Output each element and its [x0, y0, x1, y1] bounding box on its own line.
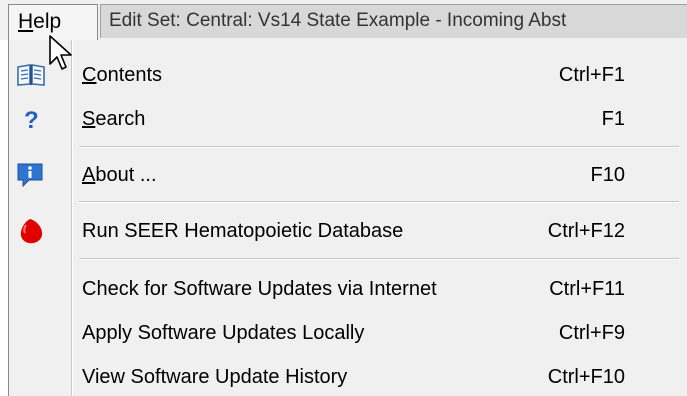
menu-separator — [79, 201, 679, 203]
menu-item-view-update-history[interactable]: View Software Update History Ctrl+F10 — [9, 356, 687, 396]
info-icon — [15, 160, 47, 190]
menu-item-label: Run SEER Hematopoietic Database — [82, 220, 404, 242]
menu-item-about[interactable]: About ... F10 — [9, 154, 687, 196]
menu-item-shortcut: Ctrl+F1 — [558, 64, 625, 86]
menu-bar: Help Edit Set: Central: Vs14 State Examp… — [0, 0, 687, 40]
menu-item-apply-updates-locally[interactable]: Apply Software Updates Locally Ctrl+F9 — [9, 312, 687, 354]
help-menu-label-rest: elp — [33, 10, 62, 33]
menu-item-shortcut: Ctrl+F10 — [547, 366, 625, 388]
menu-item-label: About ... — [82, 154, 157, 196]
accelerator-key: C — [82, 64, 97, 86]
menu-item-run-seer-hematopoietic[interactable]: Run SEER Hematopoietic Database Ctrl+F12 — [9, 210, 687, 252]
help-dropdown-menu: Contents Ctrl+F1 ? Search F1 About ... F… — [8, 40, 687, 396]
window-title: Edit Set: Central: Vs14 State Example - … — [100, 4, 687, 38]
label-text: ontents — [96, 64, 163, 86]
menu-item-label: Apply Software Updates Locally — [82, 322, 365, 344]
mouse-cursor-icon — [48, 34, 74, 74]
help-menu-accelerator: H — [18, 10, 34, 33]
accelerator-key: S — [82, 108, 96, 130]
book-icon — [15, 60, 47, 90]
menu-item-shortcut: Ctrl+F9 — [558, 322, 625, 344]
menu-item-label: Contents — [82, 54, 162, 96]
menu-separator — [79, 146, 679, 148]
menu-item-shortcut: Ctrl+F12 — [547, 220, 625, 242]
menu-item-shortcut: Ctrl+F11 — [549, 278, 625, 300]
menu-item-label: Search — [82, 98, 145, 140]
menu-item-shortcut: F10 — [590, 164, 625, 186]
menu-item-shortcut: F1 — [601, 108, 625, 130]
menu-item-label: View Software Update History — [82, 366, 348, 388]
menu-item-contents[interactable]: Contents Ctrl+F1 — [9, 54, 687, 96]
menu-item-search[interactable]: ? Search F1 — [9, 98, 687, 140]
menu-item-label: Check for Software Updates via Internet — [82, 278, 437, 300]
label-text: earch — [95, 108, 146, 130]
menu-separator — [79, 258, 679, 260]
question-icon: ? — [15, 104, 47, 134]
accelerator-key: A — [82, 164, 96, 186]
red-drop-icon — [15, 216, 47, 246]
label-text: bout ... — [95, 164, 157, 186]
svg-text:?: ? — [24, 107, 39, 134]
screen: Help Edit Set: Central: Vs14 State Examp… — [0, 0, 687, 396]
menu-item-check-for-updates[interactable]: Check for Software Updates via Internet … — [9, 268, 687, 310]
